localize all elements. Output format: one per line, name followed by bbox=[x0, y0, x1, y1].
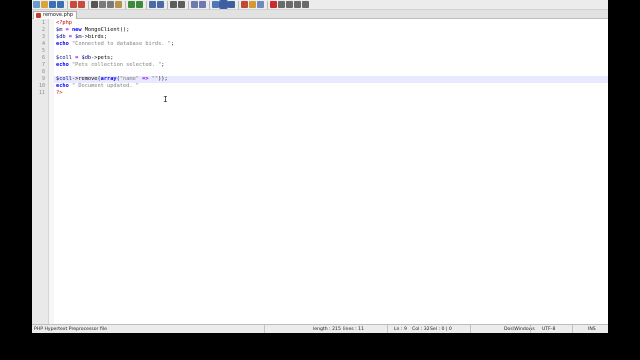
undo-icon[interactable] bbox=[128, 1, 135, 8]
code-line: echo "Connected to database birds. "; bbox=[56, 41, 175, 47]
status-divider bbox=[470, 325, 471, 333]
save-macro-icon[interactable] bbox=[302, 1, 309, 8]
line-number: 3 bbox=[41, 34, 45, 40]
line-number: 7 bbox=[41, 62, 45, 68]
fold-margin bbox=[49, 19, 54, 324]
line-number: 2 bbox=[41, 27, 45, 33]
tab-bar: remove.php bbox=[32, 10, 608, 19]
close-all-icon[interactable] bbox=[78, 1, 85, 8]
line-number: 4 bbox=[41, 41, 45, 47]
word-wrap-icon[interactable] bbox=[212, 1, 219, 8]
play-macro-icon[interactable] bbox=[286, 1, 293, 8]
status-length: length : 215 bbox=[313, 327, 341, 332]
status-divider bbox=[387, 325, 388, 333]
zoom-out-icon[interactable] bbox=[178, 1, 185, 8]
folder-workspace-icon[interactable] bbox=[249, 1, 256, 8]
status-ln: Ln : 9 bbox=[394, 327, 407, 332]
toolbar-separator bbox=[238, 0, 239, 9]
line-number: 5 bbox=[41, 48, 45, 54]
sync-horizontal-icon[interactable] bbox=[199, 1, 206, 8]
toolbar-separator bbox=[146, 0, 147, 9]
close-icon[interactable] bbox=[70, 1, 77, 8]
sync-vertical-icon[interactable] bbox=[191, 1, 198, 8]
stop-macro-icon[interactable] bbox=[278, 1, 285, 8]
line-number-gutter: 1 2 3 4 5 6 7 8 9 10 11 bbox=[32, 19, 49, 324]
monitor-icon[interactable] bbox=[257, 1, 264, 8]
save-icon[interactable] bbox=[49, 1, 56, 8]
status-divider bbox=[530, 325, 531, 333]
status-divider bbox=[264, 325, 265, 333]
copy-icon[interactable] bbox=[107, 1, 114, 8]
editor-window: remove.php 1 2 3 4 5 6 7 8 9 10 11 <?php $m = new M… bbox=[32, 0, 608, 333]
line-number: 9 bbox=[41, 76, 45, 82]
status-bar: PHP Hypertext Preprocessor file length :… bbox=[32, 324, 608, 333]
text-cursor-icon: I bbox=[163, 95, 168, 104]
find-icon[interactable] bbox=[149, 1, 156, 8]
paste-icon[interactable] bbox=[115, 1, 122, 8]
status-mode: INS bbox=[588, 327, 596, 332]
toolbar-separator bbox=[267, 0, 268, 9]
status-col: Col : 32 bbox=[412, 327, 430, 332]
open-file-icon[interactable] bbox=[41, 1, 48, 8]
toolbar-separator bbox=[188, 0, 189, 9]
toolbar bbox=[32, 0, 608, 10]
tab-label: remove.php bbox=[43, 12, 74, 18]
toolbar-separator bbox=[88, 0, 89, 9]
new-file-icon[interactable] bbox=[33, 1, 40, 8]
code-line: $db = $m->birds; bbox=[56, 34, 108, 40]
code-editor[interactable]: 1 2 3 4 5 6 7 8 9 10 11 <?php $m = new MongoClient(… bbox=[32, 19, 608, 324]
tab-remove-php[interactable]: remove.php bbox=[33, 11, 78, 19]
indent-guide-icon[interactable] bbox=[228, 1, 235, 8]
saved-file-icon bbox=[36, 13, 41, 18]
code-line: $coll->remove(array("name" => "")); bbox=[56, 76, 168, 82]
show-all-chars-icon[interactable] bbox=[219, 0, 228, 9]
code-line: $m = new MongoClient(); bbox=[56, 27, 130, 33]
line-number: 10 bbox=[38, 83, 45, 89]
print-icon[interactable] bbox=[91, 1, 98, 8]
status-lines: lines : 11 bbox=[343, 327, 364, 332]
line-number: 6 bbox=[41, 55, 45, 61]
status-sel: Sel : 0 | 0 bbox=[430, 327, 452, 332]
line-number: 1 bbox=[41, 20, 45, 26]
replace-icon[interactable] bbox=[157, 1, 164, 8]
line-number: 8 bbox=[41, 69, 45, 75]
status-divider bbox=[572, 325, 573, 333]
status-file-type: PHP Hypertext Preprocessor file bbox=[34, 327, 107, 332]
record-macro-icon[interactable] bbox=[270, 1, 277, 8]
function-list-icon[interactable] bbox=[241, 1, 248, 8]
status-encoding: UTF-8 bbox=[542, 327, 556, 332]
toolbar-separator bbox=[167, 0, 168, 9]
run-macro-multiple-icon[interactable] bbox=[294, 1, 301, 8]
code-line: ?> bbox=[56, 90, 63, 96]
code-line: <?php bbox=[56, 20, 72, 26]
code-line: echo " Document updated. " bbox=[56, 83, 139, 89]
toolbar-separator bbox=[209, 0, 210, 9]
line-number: 11 bbox=[38, 90, 45, 96]
cut-icon[interactable] bbox=[99, 1, 106, 8]
code-line: echo "Pets collection selected. "; bbox=[56, 62, 165, 68]
save-all-icon[interactable] bbox=[57, 1, 64, 8]
toolbar-separator bbox=[67, 0, 68, 9]
code-line: $coll = $db->pets; bbox=[56, 55, 114, 61]
toolbar-separator bbox=[125, 0, 126, 9]
redo-icon[interactable] bbox=[136, 1, 143, 8]
zoom-in-icon[interactable] bbox=[170, 1, 177, 8]
